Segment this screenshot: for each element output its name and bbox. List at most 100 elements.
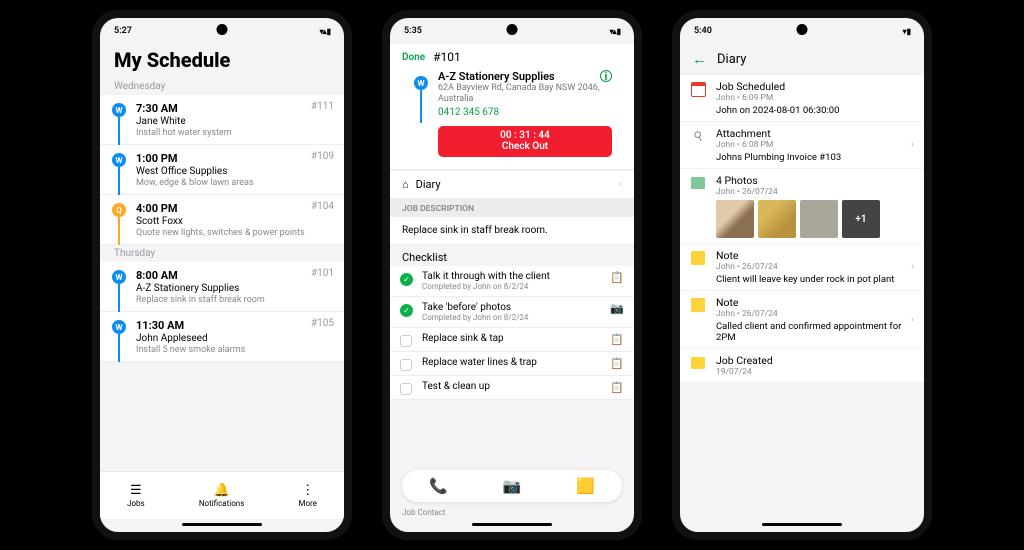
list-icon: ☰ (130, 484, 142, 497)
note-icon (690, 250, 706, 266)
clipboard-icon: 📋 (610, 357, 624, 370)
attachment-icon: ⚲ (690, 128, 706, 144)
diary-entry-note[interactable]: Note John • 26/07/24 Called client and c… (680, 291, 924, 349)
done-label[interactable]: Done (402, 52, 425, 63)
job-row[interactable]: W 1:00 PM #109 West Office Supplies Mow,… (100, 145, 344, 195)
checklist-item[interactable]: ✓ 📋 Talk it through with the client Comp… (390, 266, 634, 297)
job-id: #101 (311, 268, 334, 279)
entry-title: Note (716, 249, 914, 262)
job-time: 7:30 AM (136, 102, 178, 115)
tab-more[interactable]: ⋮ More (298, 484, 316, 508)
front-camera (507, 24, 518, 35)
tab-label: More (298, 499, 316, 508)
timeline (118, 167, 120, 195)
checkmark-icon: ✓ (400, 273, 413, 286)
photo-thumb[interactable] (716, 200, 754, 238)
camera-icon: 📷 (610, 302, 624, 315)
front-camera (797, 24, 808, 35)
job-marker: W (112, 320, 126, 334)
entry-body: Client will leave key under rock in pot … (716, 274, 914, 285)
page-title: My Schedule (100, 44, 344, 78)
checklist-item[interactable]: 📋 Replace sink & tap (390, 328, 634, 352)
checklist-item[interactable]: 📋 Replace water lines & trap (390, 352, 634, 376)
checkmark-icon: ✓ (400, 304, 413, 317)
note-icon[interactable]: 🟨 (576, 477, 595, 495)
checkbox-unchecked[interactable] (400, 359, 412, 371)
bell-icon: 🔔 (213, 484, 229, 497)
job-row[interactable]: Q 4:00 PM #104 Scott Foxx Quote new ligh… (100, 195, 344, 245)
checklist-title: Replace water lines & trap (422, 357, 624, 368)
diary-entry-attachment[interactable]: ⚲ Attachment John • 6:08 PM Johns Plumbi… (680, 122, 924, 169)
checklist-title: Take 'before' photos (422, 302, 624, 313)
status-icons: ▾▴ ▮ (610, 27, 620, 36)
entry-title: Note (716, 296, 914, 309)
job-desc: Quote new lights, switches & power point… (136, 228, 334, 238)
checklist-title: Test & clean up (422, 381, 624, 392)
photo-thumb[interactable] (800, 200, 838, 238)
diary-entry-note[interactable]: Note John • 26/07/24 Client will leave k… (680, 244, 924, 291)
job-description-text: Replace sink in staff break room. (390, 217, 634, 245)
chevron-right-icon: › (911, 314, 914, 325)
checklist-item[interactable]: ✓ 📷 Take 'before' photos Completed by Jo… (390, 297, 634, 328)
client-name: A-Z Stationery Supplies (438, 70, 612, 83)
more-icon: ⋮ (301, 484, 314, 497)
status-icons: ▾ ▮ (903, 27, 910, 36)
info-icon[interactable]: i (600, 70, 612, 82)
job-client: A-Z Stationery Supplies (136, 283, 334, 294)
job-id: #104 (311, 201, 334, 212)
job-client: West Office Supplies (136, 166, 334, 177)
home-indicator (182, 523, 262, 526)
job-marker: W (112, 270, 126, 284)
job-id: #105 (311, 318, 334, 329)
day-heading: Thursday (100, 245, 344, 262)
call-icon[interactable]: 📞 (429, 477, 448, 495)
job-marker: W (112, 153, 126, 167)
back-arrow-icon[interactable]: ← (692, 50, 707, 68)
job-client: Scott Foxx (136, 216, 334, 227)
client-phone[interactable]: 0412 345 678 (438, 107, 612, 118)
status-time: 5:40 (694, 26, 712, 36)
diary-entry-photos[interactable]: 4 Photos John • 26/07/24 +1 (680, 169, 924, 244)
entry-title: Job Scheduled (716, 80, 914, 93)
checklist-meta: Completed by John on 8/2/24 (422, 313, 624, 322)
home-icon: ⌂ (402, 178, 409, 191)
tab-notifications[interactable]: 🔔 Notifications (199, 484, 244, 508)
diary-link[interactable]: ⌂ Diary › (390, 170, 634, 199)
checkbox-unchecked[interactable] (400, 335, 412, 347)
quick-action-bar: 📞 📷 🟨 (402, 470, 622, 502)
checkbox-unchecked[interactable] (400, 383, 412, 395)
timeline (118, 334, 120, 362)
tab-label: Notifications (199, 499, 244, 508)
job-desc: Mow, edge & blow lawn areas (136, 178, 334, 188)
tab-bar: ☰ Jobs 🔔 Notifications ⋮ More (100, 471, 344, 519)
job-row[interactable]: W 7:30 AM #111 Jane White Install hot wa… (100, 95, 344, 145)
tab-jobs[interactable]: ☰ Jobs (127, 484, 145, 508)
checklist-item[interactable]: 📋 Test & clean up (390, 376, 634, 400)
phone-job-detail: 5:35 ▾▴ ▮ Done #101 W i A-Z Stationery S… (382, 10, 642, 540)
photo-more[interactable]: +1 (842, 200, 880, 238)
checkout-label: Check Out (438, 141, 612, 152)
calendar-icon (690, 81, 706, 97)
camera-icon[interactable]: 📷 (503, 477, 522, 495)
checklist-title: Replace sink & tap (422, 333, 624, 344)
diary-label: Diary (416, 178, 441, 191)
diary-entry-created[interactable]: Job Created 19/07/24 (680, 349, 924, 383)
diary-entry-scheduled[interactable]: Job Scheduled John • 6:09 PM John on 202… (680, 75, 924, 122)
note-icon (690, 297, 706, 313)
job-time: 1:00 PM (136, 152, 178, 165)
job-desc: Replace sink in staff break room (136, 295, 334, 305)
phone-schedule: 5:27 ▾▴ ▮ My Schedule Wednesday W 7:30 A… (92, 10, 352, 540)
job-client: John Appleseed (136, 333, 334, 344)
client-address: 62A Bayview Rd, Canada Bay NSW 2046, Aus… (438, 83, 612, 105)
checkout-timer: 00 : 31 : 44 (438, 130, 612, 141)
entry-title: Attachment (716, 127, 914, 140)
phone-diary: 5:40 ▾ ▮ ← Diary Job Scheduled John • 6:… (672, 10, 932, 540)
photo-thumb[interactable] (758, 200, 796, 238)
job-row[interactable]: W 8:00 AM #101 A-Z Stationery Supplies R… (100, 262, 344, 312)
chevron-right-icon: › (619, 179, 622, 190)
clipboard-icon: 📋 (610, 381, 624, 394)
job-marker: Q (112, 203, 126, 217)
job-row[interactable]: W 11:30 AM #105 John Appleseed Install 5… (100, 312, 344, 362)
check-out-button[interactable]: 00 : 31 : 44 Check Out (438, 126, 612, 157)
diary-title: Diary (717, 52, 746, 67)
